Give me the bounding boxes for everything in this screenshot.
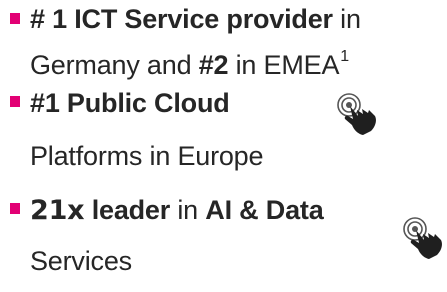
- item-2-line-1: #1 Public Cloud: [30, 86, 230, 120]
- item-2-bold-rank: #1 Public Cloud: [30, 88, 230, 118]
- hand-tap-icon[interactable]: [336, 92, 380, 136]
- item-2-line-2: Platforms in Europe: [30, 139, 264, 173]
- item-1-bold-rank: # 1 ICT Service provider: [30, 4, 333, 34]
- hand-tap-icon[interactable]: [402, 216, 446, 260]
- bullet-3: [10, 203, 20, 214]
- item-2-text: Platforms in Europe: [30, 141, 264, 171]
- item-3-bold-topic: AI & Data: [205, 195, 324, 225]
- item-1-bold-rank-2: #2: [198, 50, 229, 80]
- item-3-bold-count: 21x: [30, 195, 85, 226]
- bullet-1: [10, 13, 20, 24]
- item-3-text-2: Services: [30, 246, 132, 276]
- item-3-bold-leader: leader: [91, 195, 171, 225]
- bullet-2: [10, 96, 20, 107]
- item-1-text-3: in EMEA: [228, 50, 340, 80]
- item-1-line-1: # 1 ICT Service provider in: [30, 2, 361, 36]
- item-1-line-2: Germany and #2 in EMEA1: [30, 43, 349, 82]
- item-3-text: in: [170, 195, 206, 225]
- item-1-text-2: Germany and: [30, 50, 199, 80]
- item-1-text: in: [332, 4, 361, 34]
- item-3-line-1: 21x leader in AI & Data: [30, 193, 324, 228]
- item-3-line-2: Services: [30, 244, 132, 278]
- footnote-marker: 1: [340, 48, 349, 65]
